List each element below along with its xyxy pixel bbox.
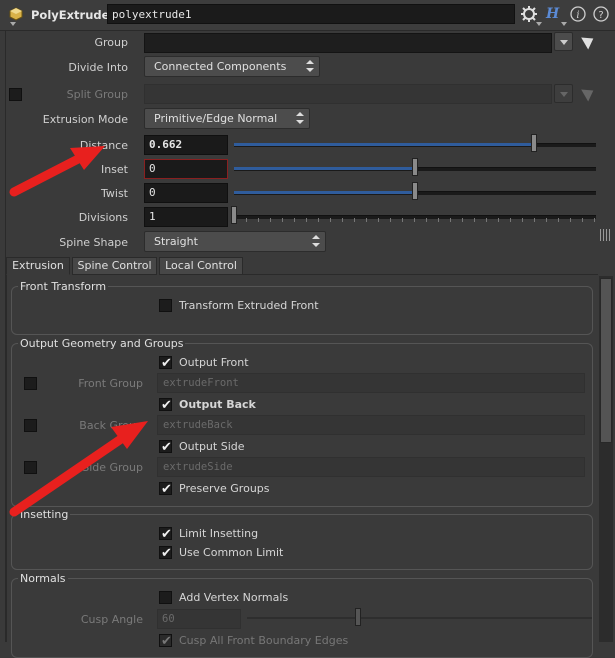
annotation-arrows	[9, 146, 148, 517]
arrow-to-output-back-icon	[9, 421, 148, 517]
arrow-to-distance-icon	[9, 146, 105, 197]
